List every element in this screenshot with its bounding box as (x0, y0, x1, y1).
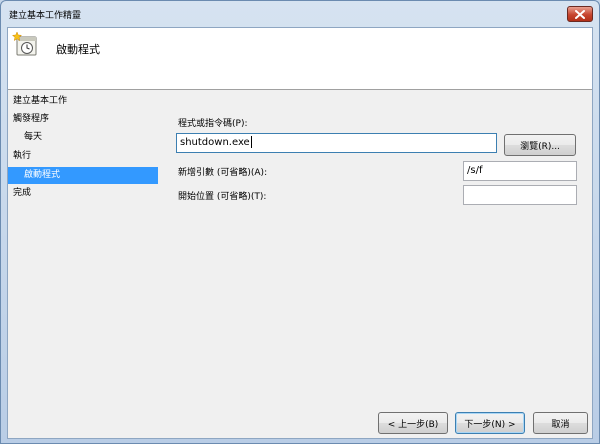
window-title: 建立基本工作精靈 (9, 11, 82, 21)
close-button[interactable] (567, 6, 593, 22)
wizard-window: 建立基本工作精靈 啟動程式 建立基本工作 觸發程序 每天 執行 啟動程式 完成 (0, 0, 600, 444)
nav-item-trigger[interactable]: 觸發程序 (8, 111, 158, 128)
nav-item-finish[interactable]: 完成 (8, 185, 158, 202)
program-input-value: shutdown.exe (180, 137, 250, 148)
arguments-label: 新增引數 (可省略)(A): (178, 168, 268, 178)
start-in-input[interactable] (463, 185, 577, 205)
task-scheduler-wizard-icon (12, 31, 37, 56)
nav-item-daily[interactable]: 每天 (8, 129, 158, 146)
program-label: 程式或指令碼(P): (178, 119, 248, 129)
nav-item-create-basic-task[interactable]: 建立基本工作 (8, 93, 158, 110)
page-title: 啟動程式 (56, 43, 100, 56)
cancel-button[interactable]: 取消 (533, 412, 588, 434)
nav-item-action[interactable]: 執行 (8, 148, 158, 165)
nav-item-start-program[interactable]: 啟動程式 (8, 167, 158, 184)
back-button[interactable]: < 上一步(B) (378, 412, 448, 434)
wizard-steps-nav: 建立基本工作 觸發程序 每天 執行 啟動程式 完成 (8, 91, 168, 401)
program-input[interactable]: shutdown.exe (176, 133, 497, 153)
arguments-input[interactable]: /s/f (463, 161, 577, 181)
wizard-body: 啟動程式 建立基本工作 觸發程序 每天 執行 啟動程式 完成 程式或指令碼(P)… (7, 27, 593, 439)
title-bar[interactable]: 建立基本工作精靈 (1, 1, 599, 27)
next-button[interactable]: 下一步(N) > (455, 412, 525, 434)
close-icon (575, 9, 585, 19)
browse-button[interactable]: 瀏覽(R)... (504, 134, 576, 156)
start-in-label: 開始位置 (可省略)(T): (178, 192, 267, 202)
text-caret (250, 136, 252, 148)
wizard-header: 啟動程式 (8, 28, 592, 90)
